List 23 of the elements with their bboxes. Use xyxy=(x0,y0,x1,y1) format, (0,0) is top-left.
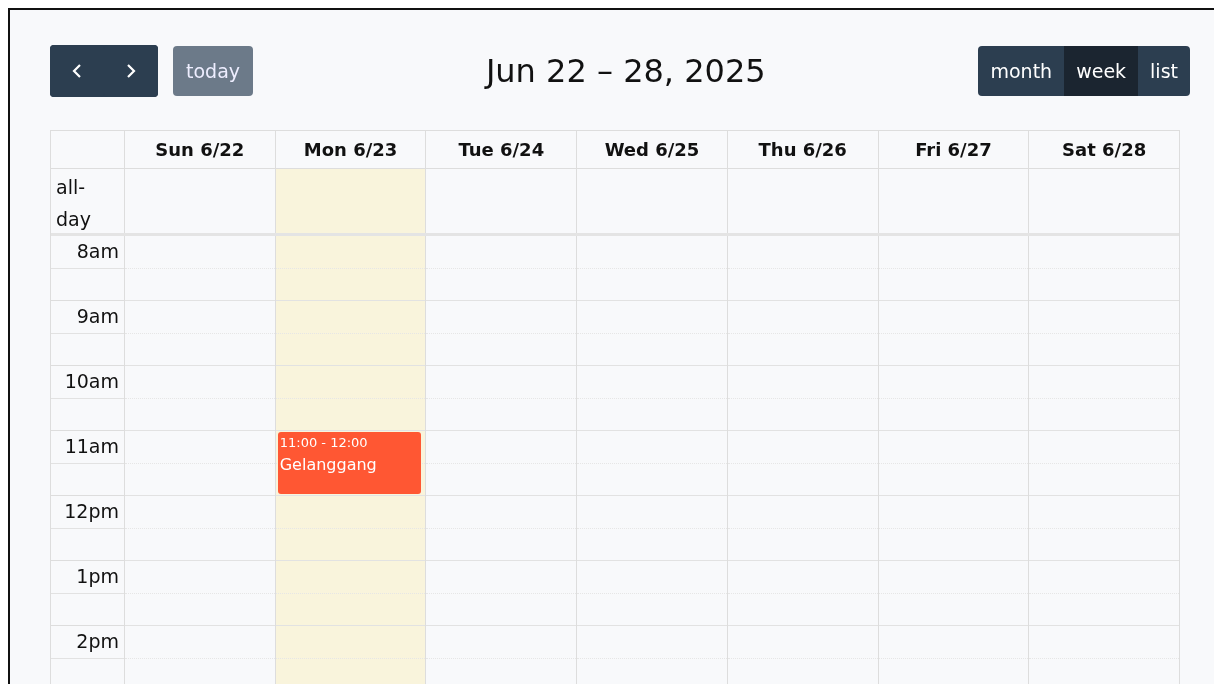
day-header: Mon 6/23 xyxy=(303,139,398,160)
day-header: Fri 6/27 xyxy=(915,139,992,160)
view-button[interactable]: week xyxy=(1064,46,1139,96)
time-label: 9am xyxy=(76,305,119,327)
view-button[interactable]: month xyxy=(978,46,1065,96)
time-label: 8am xyxy=(76,240,119,262)
time-label: 12pm xyxy=(64,500,119,522)
event-time: 11:00 - 12:00 xyxy=(279,435,369,450)
day-header: Wed 6/25 xyxy=(604,139,700,160)
all-day-label: all-day xyxy=(55,175,92,232)
day-header: Tue 6/24 xyxy=(458,139,545,160)
chevron-left-icon xyxy=(72,63,82,79)
day-header: Sun 6/22 xyxy=(155,139,245,160)
time-label: 10am xyxy=(64,370,119,392)
day-header: Thu 6/26 xyxy=(758,139,847,160)
time-label: 1pm xyxy=(76,565,119,587)
event-title: Gelanggang xyxy=(279,455,378,474)
day-header: Sat 6/28 xyxy=(1062,139,1147,160)
view-button[interactable]: list xyxy=(1138,46,1190,96)
time-label: 2pm xyxy=(76,630,119,652)
chevron-right-icon xyxy=(126,63,136,79)
time-label: 11am xyxy=(64,435,119,457)
calendar-title: Jun 22 – 28, 2025 xyxy=(485,52,766,90)
